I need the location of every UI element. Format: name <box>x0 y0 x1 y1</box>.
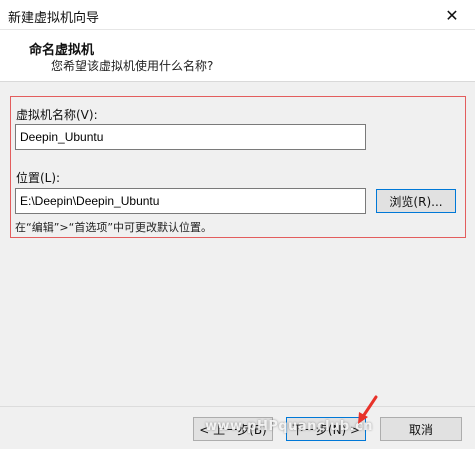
wizard-header: 命名虚拟机 您希望该虚拟机使用什么名称? <box>0 30 475 82</box>
page-description: 您希望该虚拟机使用什么名称? <box>51 59 214 73</box>
vm-name-label: 虚拟机名称(V): <box>16 108 98 122</box>
vm-name-input[interactable]: Deepin_Ubuntu <box>15 124 366 150</box>
browse-button[interactable]: 浏览(R)... <box>376 189 456 213</box>
wizard-footer: < 上一步(B) 下一步(N) > 取消 <box>0 407 475 449</box>
back-button[interactable]: < 上一步(B) <box>193 417 273 441</box>
location-input[interactable]: E:\Deepin\Deepin_Ubuntu <box>15 188 366 214</box>
title-bar: 新建虚拟机向导 ✕ <box>0 0 475 30</box>
wizard-content: 虚拟机名称(V): Deepin_Ubuntu 位置(L): E:\Deepin… <box>0 82 475 407</box>
cancel-button[interactable]: 取消 <box>380 417 462 441</box>
next-button[interactable]: 下一步(N) > <box>286 417 366 441</box>
page-title: 命名虚拟机 <box>29 43 95 58</box>
window-title: 新建虚拟机向导 <box>8 11 100 26</box>
default-location-hint: 在“编辑”>“首选项”中可更改默认位置。 <box>15 221 213 234</box>
close-icon[interactable]: ✕ <box>429 0 475 30</box>
location-label: 位置(L): <box>16 171 61 185</box>
